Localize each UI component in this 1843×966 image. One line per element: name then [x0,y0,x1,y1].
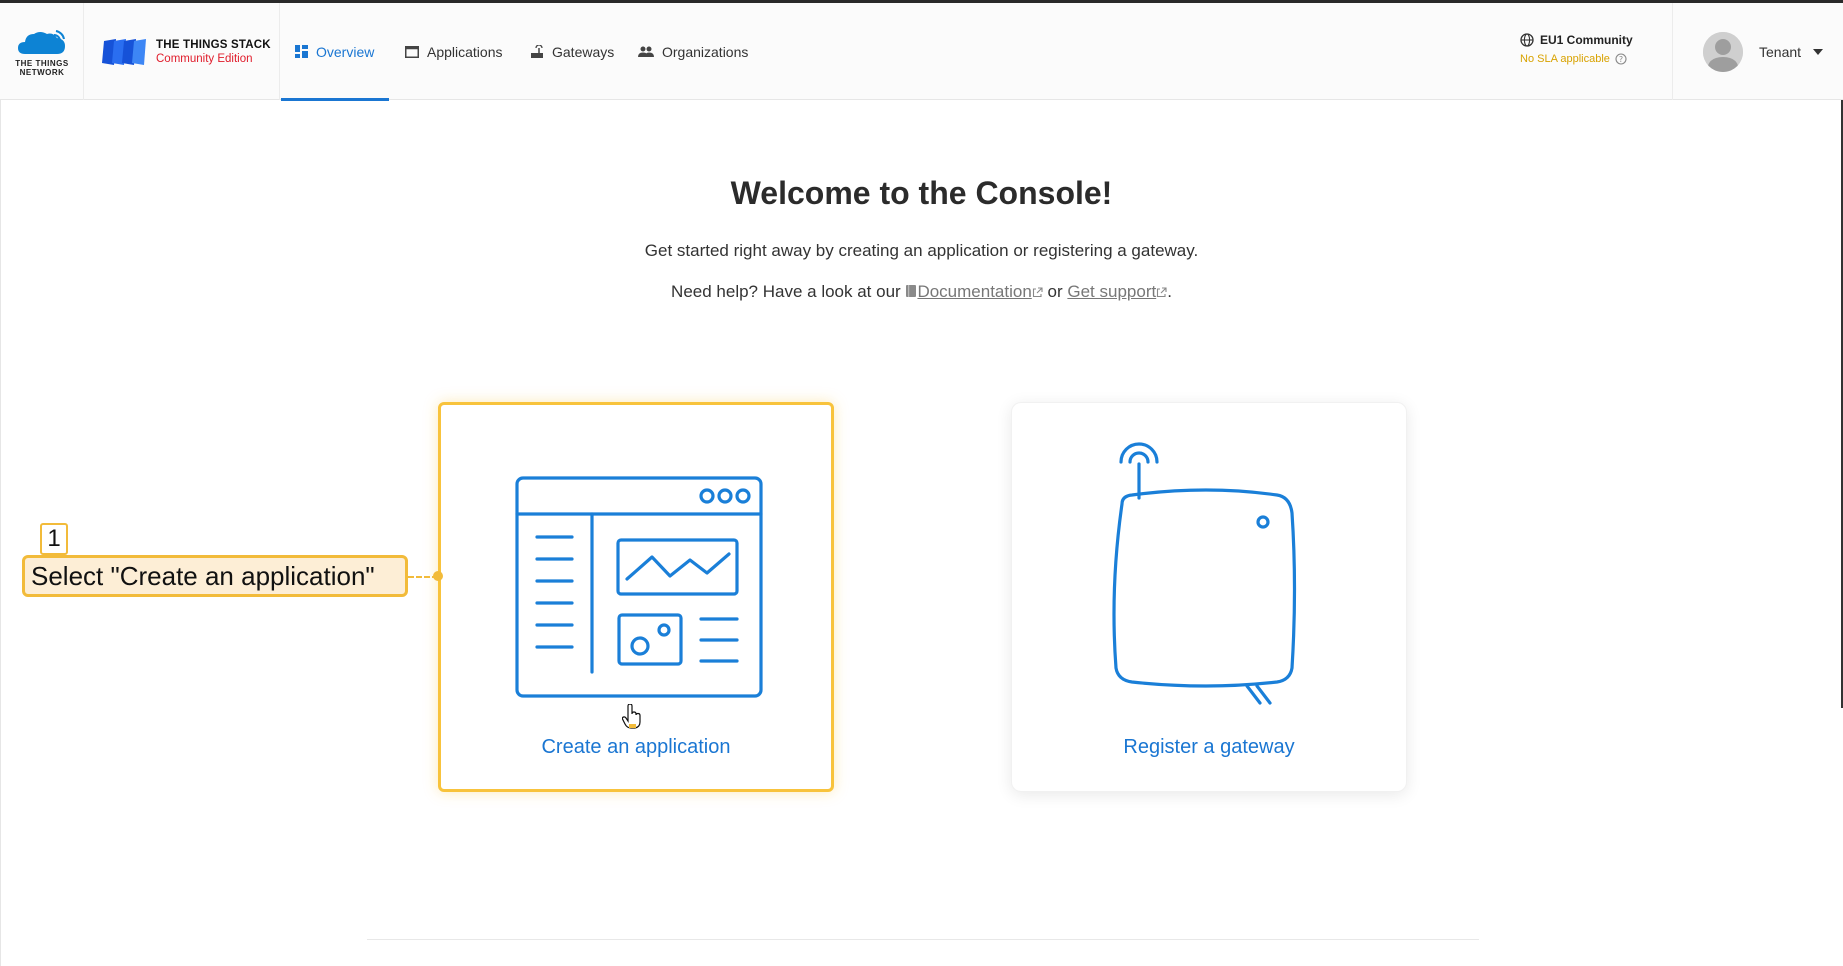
sla-text: No SLA applicable [1520,53,1610,65]
get-support-link[interactable]: Get support [1067,282,1156,301]
external-link-icon [1157,287,1167,298]
tts-stack-icon [102,39,146,65]
chevron-down-icon [1813,49,1823,55]
step-number-badge: 1 [40,523,68,555]
ttn-logo[interactable]: THE THINGS NETWORK [0,3,84,100]
application-window-icon [405,45,419,58]
nav-applications-label: Applications [427,43,503,60]
or-text: or [1047,282,1063,301]
nav-gateways-label: Gateways [552,43,615,60]
product-title: THE THINGS STACK [156,39,271,51]
nav-organizations-label: Organizations [662,43,749,60]
overview-grid-icon [295,45,308,58]
cluster-name-row: EU1 Community [1520,33,1670,47]
svg-text:?: ? [1619,55,1623,64]
ttn-logo-text-1: THE THINGS [15,59,69,68]
cluster-selector[interactable]: EU1 Community No SLA applicable ? [1520,33,1670,65]
help-line: Need help? Have a look at our Documentat… [0,282,1843,302]
create-application-card[interactable]: Create an application [438,402,834,792]
external-link-icon [1032,287,1043,298]
avatar [1703,32,1743,72]
product-edition: Community Edition [156,53,253,65]
ttn-cloud-icon [18,30,65,54]
ttn-logo-text-2: NETWORK [19,68,65,77]
tts-logo[interactable]: THE THINGS STACK Community Edition [84,3,280,100]
register-gateway-card[interactable]: Register a gateway [1011,402,1407,792]
hand-pointer-cursor-icon [622,704,641,729]
step-instruction-callout: Select "Create an application" [22,555,408,597]
gateway-router-icon [531,44,543,58]
callout-connector-dot [433,571,443,581]
documentation-link[interactable]: Documentation [917,282,1031,301]
book-icon [906,285,917,297]
create-application-label: Create an application [541,736,731,758]
gateway-device-icon [1112,442,1297,705]
footer-divider [367,939,1479,940]
user-name: Tenant [1759,44,1802,60]
sla-row: No SLA applicable ? [1520,53,1670,65]
globe-icon [1520,33,1534,47]
user-dropdown[interactable]: Tenant [1672,3,1843,100]
help-period: . [1167,282,1172,301]
page-subtitle: Get started right away by creating an ap… [644,241,1199,260]
nav-applications[interactable]: Applications [391,3,517,100]
nav-gateways[interactable]: Gateways [516,3,628,100]
top-navbar: THE THINGS NETWORK THE THINGS STACK Comm… [0,3,1843,101]
nav-overview-label: Overview [316,43,375,60]
nav-organizations[interactable]: Organizations [624,3,762,100]
application-dashboard-icon [515,476,763,698]
people-icon [638,46,654,57]
nav-overview[interactable]: Overview [281,3,389,101]
help-circle-icon[interactable]: ? [1615,53,1627,65]
page-title: Welcome to the Console! [730,175,1113,211]
content-left-border [0,100,1,966]
help-prefix: Need help? Have a look at our [671,282,901,301]
cluster-name: EU1 Community [1540,33,1633,47]
register-gateway-label: Register a gateway [1123,736,1295,758]
user-avatar-icon [1703,32,1743,72]
